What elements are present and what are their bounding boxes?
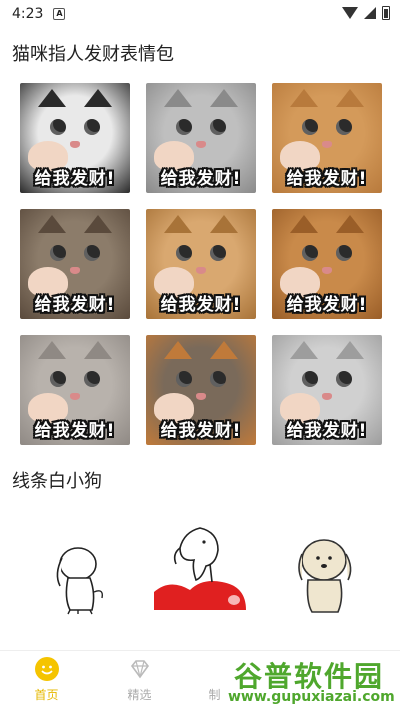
cat-ear	[290, 89, 318, 107]
sticker-caption: 给我发财!	[286, 421, 368, 441]
watermark-url: www.gupuxiazai.com	[228, 689, 395, 705]
cat-eye	[176, 119, 192, 135]
cat-eye	[176, 371, 192, 387]
sticker-caption: 给我发财!	[160, 169, 242, 189]
sticker-grid: 给我发财! 给我发财! 给我发财! 给我发财! 给我发财! 给我发财! 给我发财! 给我发财!…	[20, 83, 382, 445]
dog-sticker-3[interactable]	[290, 528, 360, 618]
dog-sticker-row	[0, 520, 400, 630]
sticker-caption: 给我发财!	[34, 295, 116, 315]
sticker-caption: 给我发财!	[160, 421, 242, 441]
cat-ear	[210, 89, 238, 107]
cat-ear	[336, 215, 364, 233]
cat-eye	[336, 245, 352, 261]
cat-eye	[336, 119, 352, 135]
cat-ear	[38, 341, 66, 359]
section-title-line-dog: 线条白小狗	[12, 471, 102, 492]
dog-sticker-2[interactable]	[150, 520, 250, 616]
cat-eye	[84, 119, 100, 135]
sticker-caption: 给我发财!	[160, 295, 242, 315]
sticker-caption: 给我发财!	[34, 169, 116, 189]
cat-eye	[84, 371, 100, 387]
cat-nose	[322, 141, 332, 148]
cat-sticker[interactable]: 给我发财!	[146, 335, 256, 445]
notification-icon: A	[53, 8, 66, 20]
cat-ear	[164, 215, 192, 233]
sticker-caption: 给我发财!	[286, 295, 368, 315]
cat-nose	[70, 393, 80, 400]
watermark-logo: 谷普软件园 www.gupuxiazai.com	[220, 655, 395, 707]
cat-ear	[84, 215, 112, 233]
cat-ear	[210, 215, 238, 233]
signal-icon	[364, 7, 376, 19]
cat-nose	[70, 267, 80, 274]
tab-featured[interactable]: 精选	[93, 651, 186, 711]
cat-nose	[70, 141, 80, 148]
cat-eye	[210, 119, 226, 135]
tab-home[interactable]: 首页	[0, 651, 93, 711]
cat-ear	[290, 215, 318, 233]
cat-ear	[164, 341, 192, 359]
cat-ear	[336, 341, 364, 359]
cat-eye	[50, 119, 66, 135]
cat-eye	[302, 371, 318, 387]
cat-eye	[336, 371, 352, 387]
cat-ear	[336, 89, 364, 107]
diamond-icon	[128, 657, 152, 681]
cat-eye	[302, 245, 318, 261]
cat-sticker[interactable]: 给我发财!	[272, 83, 382, 193]
cat-eye	[84, 245, 100, 261]
cat-sticker[interactable]: 给我发财!	[146, 83, 256, 193]
cat-eye	[176, 245, 192, 261]
cat-eye	[210, 245, 226, 261]
cat-ear	[84, 341, 112, 359]
battery-icon	[382, 6, 390, 20]
cat-eye	[50, 245, 66, 261]
section-title-cat-stickers: 猫咪指人发财表情包	[12, 44, 174, 65]
dog-sticker-1[interactable]	[48, 528, 112, 618]
cat-eye	[210, 371, 226, 387]
cat-ear	[38, 215, 66, 233]
cat-sticker[interactable]: 给我发财!	[20, 209, 130, 319]
cat-eye	[50, 371, 66, 387]
cat-ear	[164, 89, 192, 107]
cat-nose	[322, 267, 332, 274]
cat-nose	[322, 393, 332, 400]
cat-nose	[196, 393, 206, 400]
cat-sticker[interactable]: 给我发财!	[20, 335, 130, 445]
cat-sticker[interactable]: 给我发财!	[20, 83, 130, 193]
cat-nose	[196, 267, 206, 274]
cat-sticker[interactable]: 给我发财!	[272, 335, 382, 445]
cat-sticker[interactable]: 给我发财!	[272, 209, 382, 319]
cat-eye	[302, 119, 318, 135]
cat-ear	[84, 89, 112, 107]
tab-home-label: 首页	[34, 688, 59, 702]
status-icons	[342, 6, 390, 20]
sticker-caption: 给我发财!	[286, 169, 368, 189]
tab-featured-label: 精选	[127, 688, 152, 702]
status-bar: 4:23 A	[0, 0, 400, 28]
wifi-icon	[342, 7, 358, 19]
cat-ear	[38, 89, 66, 107]
sticker-caption: 给我发财!	[34, 421, 116, 441]
smile-icon	[34, 657, 59, 681]
cat-nose	[196, 141, 206, 148]
status-time: 4:23	[12, 6, 44, 22]
cat-ear	[210, 341, 238, 359]
cat-ear	[290, 341, 318, 359]
cat-sticker[interactable]: 给我发财!	[146, 209, 256, 319]
